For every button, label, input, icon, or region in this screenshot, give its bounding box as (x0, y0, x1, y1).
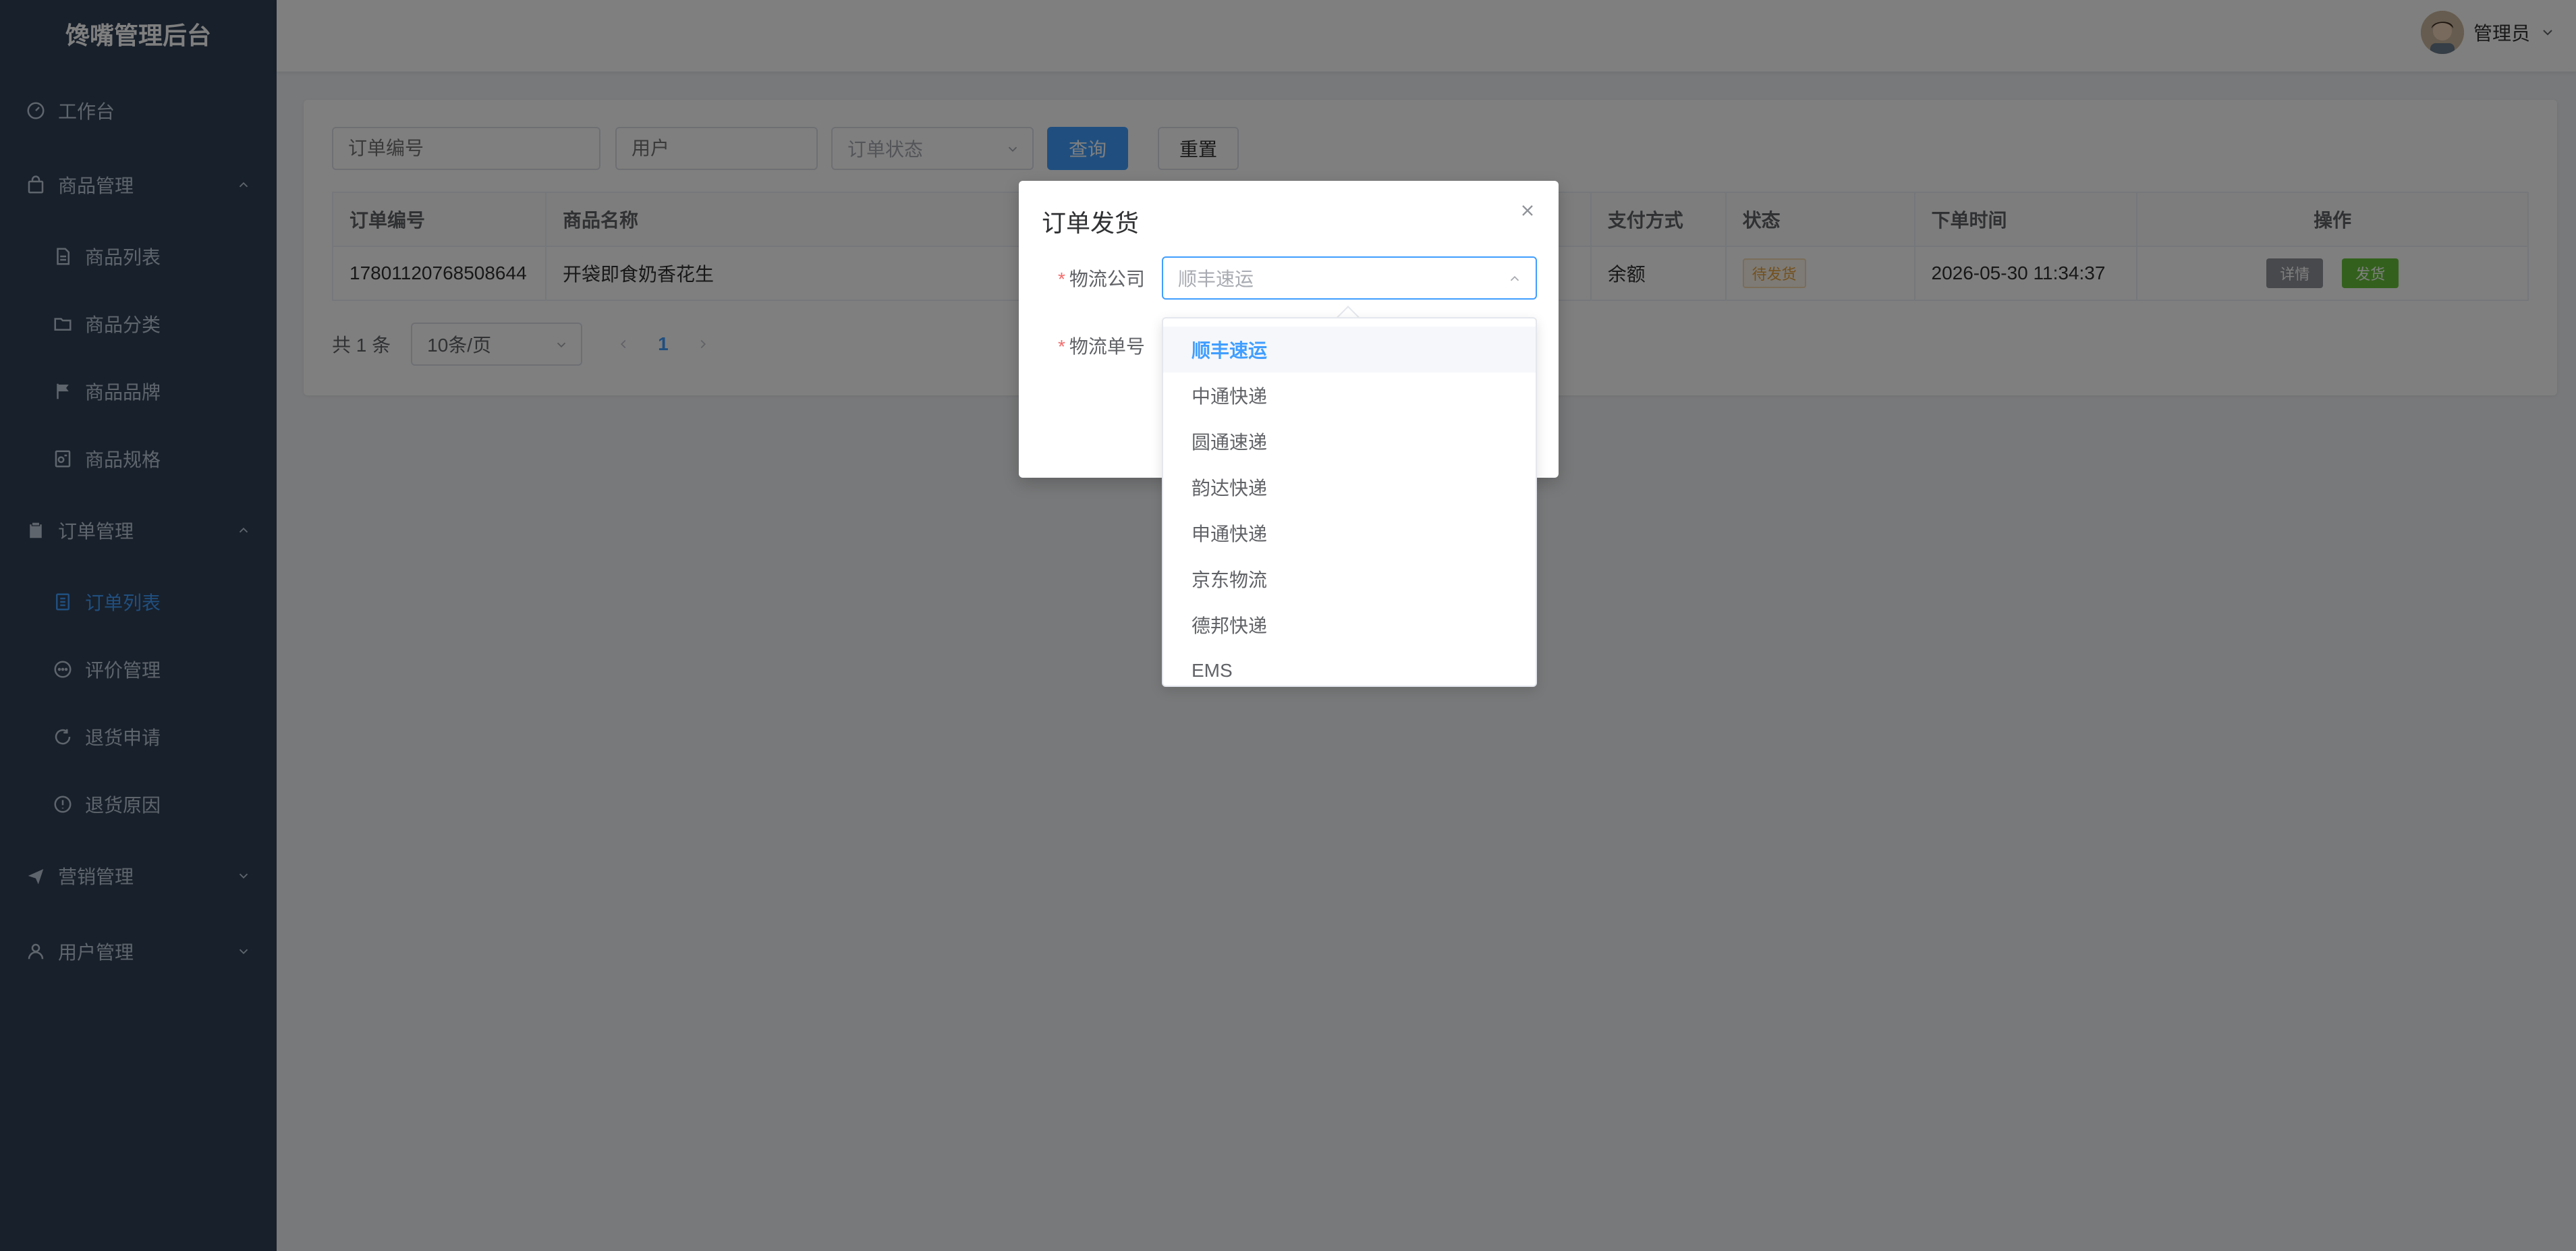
dropdown-option-zto[interactable]: 中通快递 (1163, 372, 1536, 418)
tracking-label-text: 物流单号 (1069, 336, 1145, 357)
dropdown-option-sf[interactable]: 顺丰速运 (1163, 327, 1536, 372)
dropdown-option-yunda[interactable]: 韵达快递 (1163, 464, 1536, 510)
logistics-company-dropdown: 顺丰速运 中通快递 圆通速递 韵达快递 申通快递 京东物流 德邦快递 EMS (1162, 317, 1537, 687)
chevron-up-icon (1510, 275, 1519, 281)
close-icon[interactable] (1518, 201, 1537, 220)
logistics-company-select[interactable]: 顺丰速运 (1162, 256, 1537, 300)
dropdown-option-jd[interactable]: 京东物流 (1163, 556, 1536, 602)
company-label: * 物流公司 (1058, 269, 1145, 289)
dropdown-option-yto[interactable]: 圆通速递 (1163, 418, 1536, 464)
select-placeholder: 顺丰速运 (1178, 269, 1254, 289)
dropdown-option-sto[interactable]: 申通快递 (1163, 510, 1536, 556)
company-label-text: 物流公司 (1069, 269, 1145, 289)
dialog-title: 订单发货 (1042, 209, 1140, 237)
dropdown-option-deppon[interactable]: 德邦快递 (1163, 602, 1536, 648)
tracking-label: * 物流单号 (1058, 336, 1145, 357)
dropdown-option-ems[interactable]: EMS (1163, 648, 1536, 686)
